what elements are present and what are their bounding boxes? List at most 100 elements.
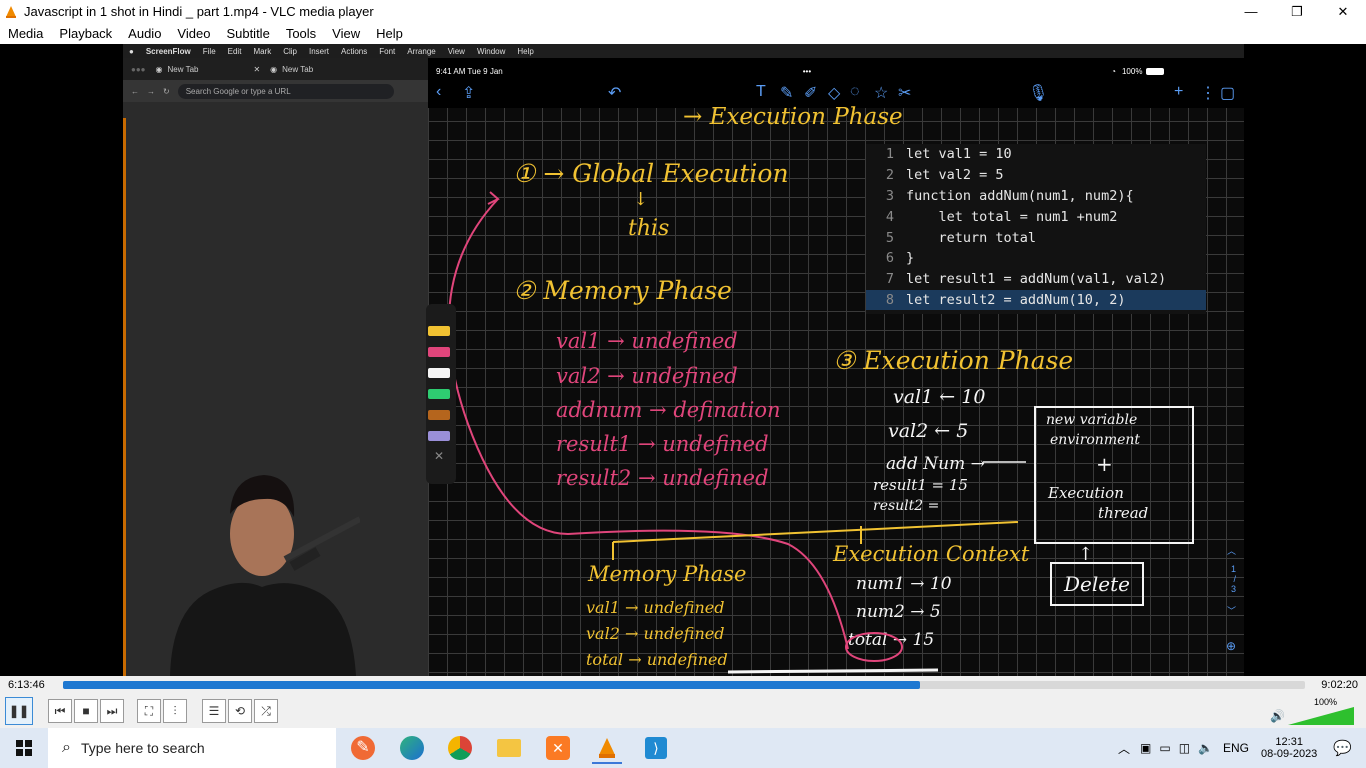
annotation-strokes (447, 191, 1026, 674)
white-pen-icon[interactable] (428, 368, 450, 378)
menu-tools[interactable]: Tools (286, 26, 316, 41)
taskbar-app-chrome[interactable] (445, 734, 475, 762)
back-icon: ← (131, 86, 139, 96)
close-icon[interactable]: ✕ (434, 449, 456, 463)
close-button[interactable]: ✕ (1320, 0, 1366, 23)
taskbar-app-vlc[interactable] (592, 734, 622, 764)
chrome-icon (448, 736, 472, 760)
xampp-icon: ✕ (546, 736, 570, 760)
taskbar-app-xampp[interactable]: ✕ (543, 734, 573, 762)
playback-controls: ❚❚ ⏮ ■ ⏭ ⛶ ⫶ ☰ ⟲ ⤮ 🔊 100% (0, 695, 1366, 728)
playlist-button[interactable]: ☰ (202, 699, 226, 723)
equalizer-icon: ⫶ (173, 703, 177, 718)
menu-view[interactable]: View (332, 26, 360, 41)
menu-bar: Media Playback Audio Video Subtitle Tool… (0, 23, 1366, 44)
next-button[interactable]: ⏭ (100, 699, 124, 723)
system-tray: ︿ ▣ ▭ ◫ 🔈 ENG 12:31 08-09-2023 💬 (1118, 728, 1366, 768)
pause-icon: ❚❚ (8, 704, 30, 718)
volume-percent: 100% (1314, 697, 1338, 707)
minimize-button[interactable]: — (1228, 0, 1274, 23)
page-down-icon[interactable]: ﹀ (1227, 604, 1236, 617)
volume-control[interactable]: 🔊 100% (1268, 697, 1358, 725)
close-icon: ✕ (253, 64, 261, 74)
windows-start-button[interactable] (0, 728, 48, 768)
stop-button[interactable]: ■ (74, 699, 98, 723)
taskbar-app-pen[interactable]: ✎ (348, 734, 378, 762)
apple-icon: ● (129, 46, 134, 56)
menu-media[interactable]: Media (8, 26, 43, 41)
shuffle-icon: ⤮ (261, 703, 271, 718)
url-field: Search Google or type a URL (177, 83, 394, 99)
chrome-icon: ◉ (155, 64, 163, 74)
vlc-icon (6, 5, 16, 18)
clock-date: 08-09-2023 (1261, 748, 1318, 760)
taskbar-app-vscode[interactable]: ⟩ (641, 734, 671, 762)
language-indicator[interactable]: ENG (1223, 741, 1249, 755)
pen-toolbox: ✕ (426, 304, 456, 484)
browser-tabs: ●●● ◉ New Tab ✕ ◉ New Tab (123, 58, 428, 80)
reload-icon: ↻ (163, 86, 170, 96)
fullscreen-icon: ⛶ (144, 703, 154, 718)
mac-menubar: ● ScreenFlow File Edit Mark Clip Insert … (123, 44, 1244, 58)
mac-menu-item: Window (476, 46, 506, 56)
forward-icon: → (147, 86, 155, 96)
fullscreen-button[interactable]: ⛶ (137, 699, 161, 723)
mac-menu-item: Insert (309, 46, 330, 56)
taskbar-search[interactable]: ⌕ Type here to search (48, 728, 336, 768)
next-icon: ⏭ (106, 703, 118, 718)
previous-button[interactable]: ⏮ (48, 699, 72, 723)
zoom-icon[interactable]: ⊕ (1226, 639, 1236, 653)
mac-menu-item: Arrange (407, 46, 436, 56)
mac-menu-item: View (447, 46, 465, 56)
traffic-lights-icon: ●●● (131, 64, 146, 74)
speaker-icon: 🔊 (1270, 709, 1285, 723)
extended-settings-button[interactable]: ⫶ (163, 699, 187, 723)
page-up-icon[interactable]: ︿ (1227, 544, 1236, 557)
tab-label: New Tab (282, 64, 314, 74)
tab-label: New Tab (167, 64, 199, 74)
menu-subtitle[interactable]: Subtitle (226, 26, 269, 41)
vscode-icon: ⟩ (645, 737, 667, 759)
menu-playback[interactable]: Playback (59, 26, 112, 41)
taskbar-app-edge[interactable] (397, 734, 427, 762)
mac-menu-item: Font (379, 46, 396, 56)
network-icon[interactable]: ◫ (1179, 741, 1190, 755)
video-area[interactable]: ● ScreenFlow File Edit Mark Clip Insert … (0, 44, 1366, 676)
lavender-pen-icon[interactable] (428, 431, 450, 441)
pause-button[interactable]: ❚❚ (5, 697, 33, 725)
yellow-pen-icon[interactable] (428, 326, 450, 336)
battery-icon[interactable]: ▭ (1159, 741, 1170, 755)
mac-menu-item: Edit (227, 46, 242, 56)
brown-pen-icon[interactable] (428, 410, 450, 420)
taskbar-app-explorer[interactable] (494, 734, 524, 762)
shuffle-button[interactable]: ⤮ (254, 699, 278, 723)
meet-icon[interactable]: ▣ (1140, 741, 1151, 755)
green-pen-icon[interactable] (428, 389, 450, 399)
edge-icon (400, 736, 424, 760)
loop-icon: ⟲ (234, 704, 246, 718)
seek-slider[interactable] (63, 681, 1305, 689)
taskbar: ⌕ Type here to search ✎ ✕ ⟩ ︿ ▣ ▭ ◫ 🔈 EN… (0, 728, 1366, 768)
menu-help[interactable]: Help (376, 26, 403, 41)
page-indicator: 1 (1230, 564, 1236, 574)
page-indicator: 3 (1230, 584, 1236, 594)
loop-button[interactable]: ⟲ (228, 699, 252, 723)
seek-progress (63, 681, 920, 689)
seek-bar-row: 6:13:46 9:02:20 (0, 676, 1366, 695)
current-time: 6:13:46 (8, 679, 45, 691)
volume-icon[interactable]: 🔈 (1198, 741, 1213, 755)
total-time: 9:02:20 (1321, 679, 1358, 691)
clock-time: 12:31 (1275, 736, 1303, 748)
search-icon: ⌕ (62, 739, 71, 756)
maximize-button[interactable]: ❐ (1274, 0, 1320, 23)
notification-icon[interactable]: 💬 (1333, 739, 1352, 757)
pink-pen-icon[interactable] (428, 347, 450, 357)
mac-menu-item: Clip (283, 46, 297, 56)
browser-urlbar: ← → ↻ Search Google or type a URL (123, 80, 428, 102)
menu-audio[interactable]: Audio (128, 26, 161, 41)
clock[interactable]: 12:31 08-09-2023 (1261, 736, 1317, 760)
title-bar: Javascript in 1 shot in Hindi _ part 1.m… (0, 0, 1366, 23)
chevron-up-icon[interactable]: ︿ (1118, 740, 1130, 757)
orange-edge (123, 118, 126, 676)
menu-video[interactable]: Video (177, 26, 210, 41)
